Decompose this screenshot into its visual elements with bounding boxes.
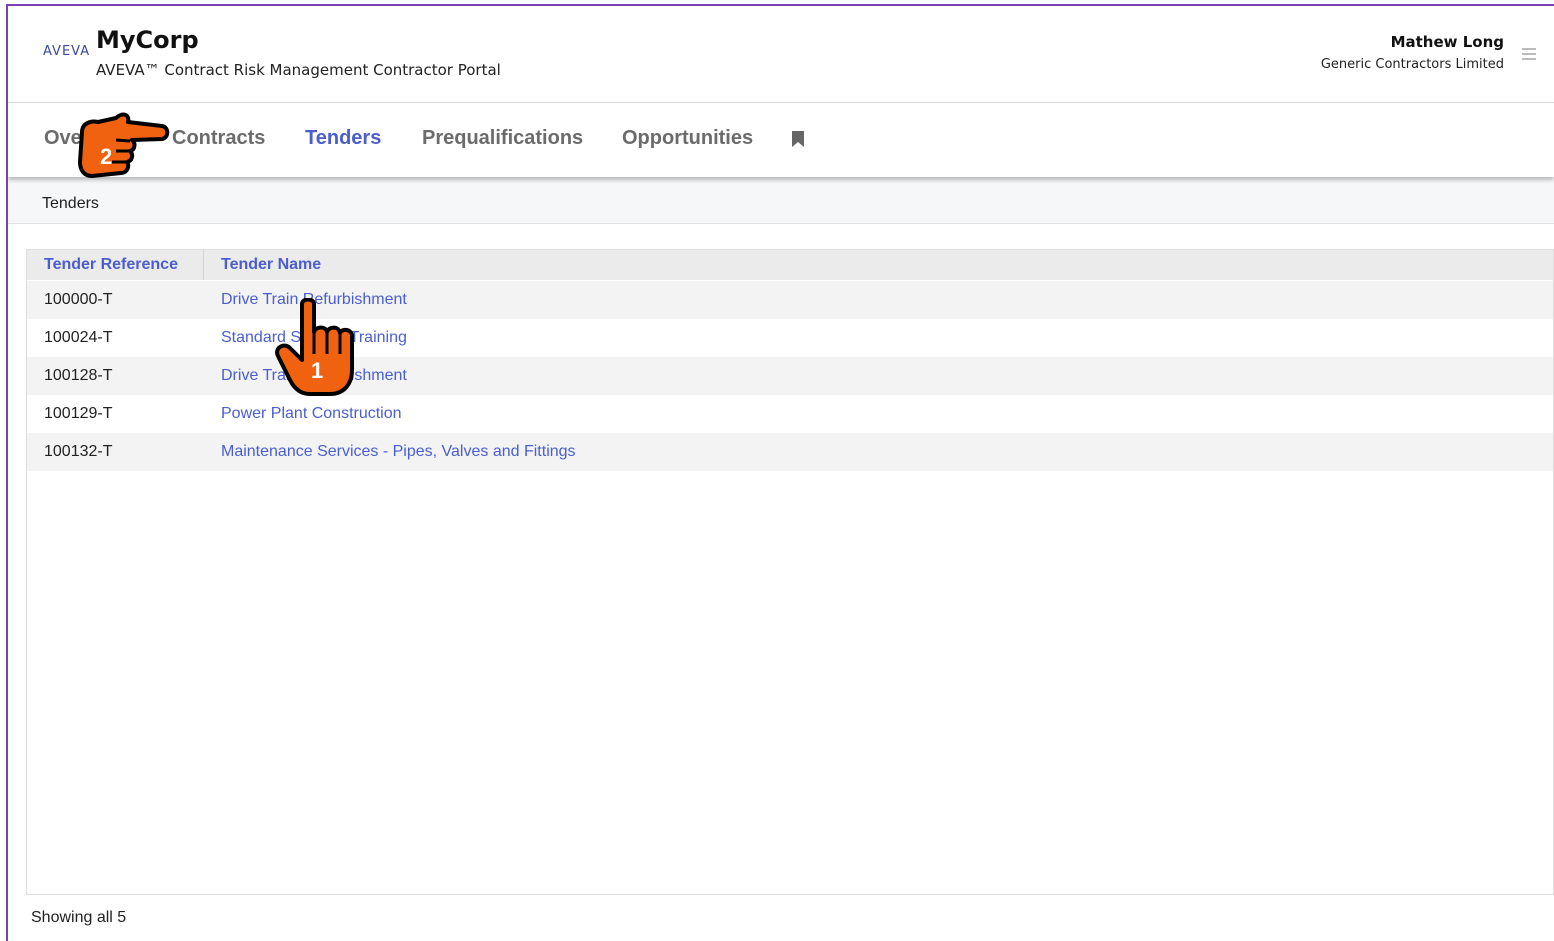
header-tender-reference[interactable]: Tender Reference [44,256,178,274]
aveva-logo: AVEVA [43,44,91,59]
bookmark-icon[interactable] [792,131,804,147]
table-row: 100000-T Drive Train Refurbishment [27,281,1553,319]
pointing-hand-icon: 2 [78,112,170,178]
user-name: Mathew Long [1390,33,1504,51]
table-footer-count: Showing all 5 [31,909,127,926]
tab-contracts[interactable]: Contracts [172,127,265,150]
tender-name-link[interactable]: Power Plant Construction [221,405,402,423]
clicking-hand-icon: 1 [275,298,354,396]
tender-reference: 100129-T [44,405,113,422]
table-row: 100128-T Drive Train Refurbishment [27,357,1553,395]
breadcrumb-current: Tenders [42,195,99,212]
breadcrumb: Tenders [8,177,1554,224]
table-row: 100132-T Maintenance Services - Pipes, V… [27,433,1553,471]
tab-opportunities[interactable]: Opportunities [622,127,753,150]
tab-tenders[interactable]: Tenders [305,127,381,150]
user-info[interactable]: Mathew Long Generic Contractors Limited [1321,33,1504,72]
table-row: 100024-T Standard Safety - Training [27,319,1553,357]
tenders-table: Tender Reference Tender Name 100000-T Dr… [26,249,1554,895]
header-tender-name[interactable]: Tender Name [221,256,321,274]
hamburger-menu-icon[interactable] [1522,48,1536,60]
table-header: Tender Reference Tender Name [27,250,1553,280]
column-divider [203,250,204,280]
company-name: MyCorp [96,26,199,54]
step-1-label: 1 [311,358,323,383]
tender-reference: 100024-T [44,329,113,346]
tender-reference: 100000-T [44,291,113,308]
tender-name-link[interactable]: Maintenance Services - Pipes, Valves and… [221,443,576,461]
tab-prequalifications[interactable]: Prequalifications [422,127,583,150]
main-nav: Overview Contracts Tenders Prequalificat… [8,103,1554,177]
tender-reference: 100132-T [44,443,113,460]
app-frame: AVEVA MyCorp AVEVA™ Contract Risk Manage… [6,4,1554,941]
table-row: 100129-T Power Plant Construction [27,395,1553,433]
step-2-label: 2 [100,144,112,169]
portal-title: AVEVA™ Contract Risk Management Contract… [96,61,501,79]
app-header: AVEVA MyCorp AVEVA™ Contract Risk Manage… [8,6,1554,103]
tender-reference: 100128-T [44,367,113,384]
user-company: Generic Contractors Limited [1320,57,1504,72]
